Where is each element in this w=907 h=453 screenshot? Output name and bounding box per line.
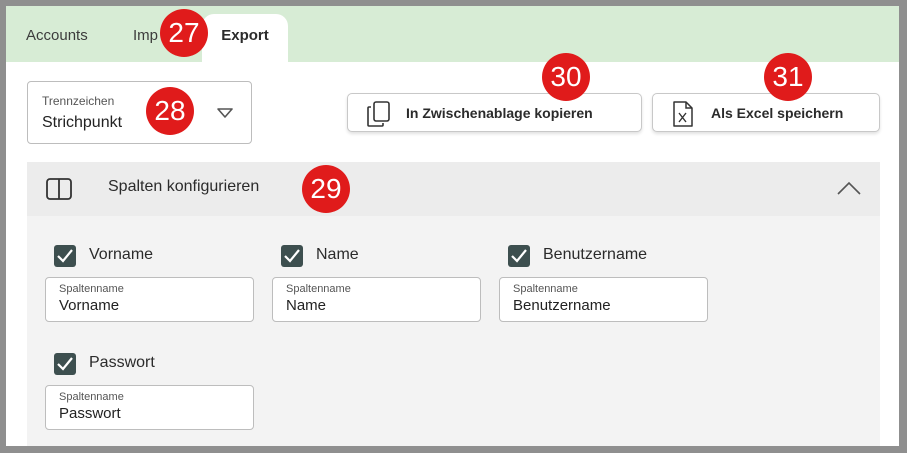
field-label: Spaltenname	[286, 283, 351, 295]
separator-label: Trennzeichen	[42, 94, 115, 108]
separator-value: Strichpunkt	[42, 114, 123, 131]
column-name-field[interactable]: Spaltenname Name	[272, 277, 481, 322]
field-label: Spaltenname	[513, 283, 578, 295]
annotation-badge: 27	[160, 9, 208, 57]
copy-to-clipboard-button[interactable]: In Zwischenablage kopieren	[347, 93, 642, 132]
annotation-badge: 28	[146, 87, 194, 135]
tab-accounts[interactable]: Accounts	[26, 14, 88, 62]
tab-import[interactable]: Imp	[133, 14, 158, 62]
column-label: Vorname	[89, 246, 154, 263]
chevron-up-icon[interactable]	[836, 180, 862, 201]
column-checkbox[interactable]	[508, 245, 530, 267]
column-checkbox[interactable]	[54, 245, 76, 267]
annotation-badge: 29	[302, 165, 350, 213]
column-label: Name	[316, 246, 359, 263]
field-value: Passwort	[59, 405, 121, 422]
copy-button-label: In Zwischenablage kopieren	[406, 105, 593, 121]
triangle-down-icon	[217, 106, 233, 124]
separator-select[interactable]: Trennzeichen Strichpunkt	[27, 81, 252, 144]
field-value: Benutzername	[513, 297, 611, 314]
field-value: Vorname	[59, 297, 120, 314]
tab-export[interactable]: Export	[202, 14, 288, 62]
export-window: Accounts Imp Export Trennzeichen Strichp…	[6, 6, 899, 446]
columns-panel: Spalten konfigurieren Vorname Spaltennam…	[27, 162, 880, 446]
save-as-excel-button[interactable]: Als Excel speichern	[652, 93, 880, 132]
field-label: Spaltenname	[59, 283, 124, 295]
columns-panel-title: Spalten konfigurieren	[108, 178, 260, 195]
column-name-field[interactable]: Spaltenname Vorname	[45, 277, 254, 322]
annotation-badge: 30	[542, 53, 590, 101]
checkmark-icon	[284, 249, 300, 263]
checkmark-icon	[57, 357, 73, 371]
column-name-field[interactable]: Spaltenname Passwort	[45, 385, 254, 430]
column-label: Passwort	[89, 354, 155, 371]
columns-panel-header[interactable]: Spalten konfigurieren	[27, 162, 880, 216]
column-checkbox[interactable]	[54, 353, 76, 375]
annotation-badge: 31	[764, 53, 812, 101]
column-checkbox[interactable]	[281, 245, 303, 267]
checkmark-icon	[511, 249, 527, 263]
field-label: Spaltenname	[59, 391, 124, 403]
column-name-field[interactable]: Spaltenname Benutzername	[499, 277, 708, 322]
checkmark-icon	[57, 249, 73, 263]
copy-icon	[366, 100, 392, 131]
column-label: Benutzername	[543, 246, 648, 263]
excel-button-label: Als Excel speichern	[711, 105, 844, 121]
columns-icon	[45, 177, 73, 206]
excel-file-icon	[671, 100, 695, 131]
tab-bar: Accounts Imp Export	[6, 6, 899, 62]
field-value: Name	[286, 297, 327, 314]
